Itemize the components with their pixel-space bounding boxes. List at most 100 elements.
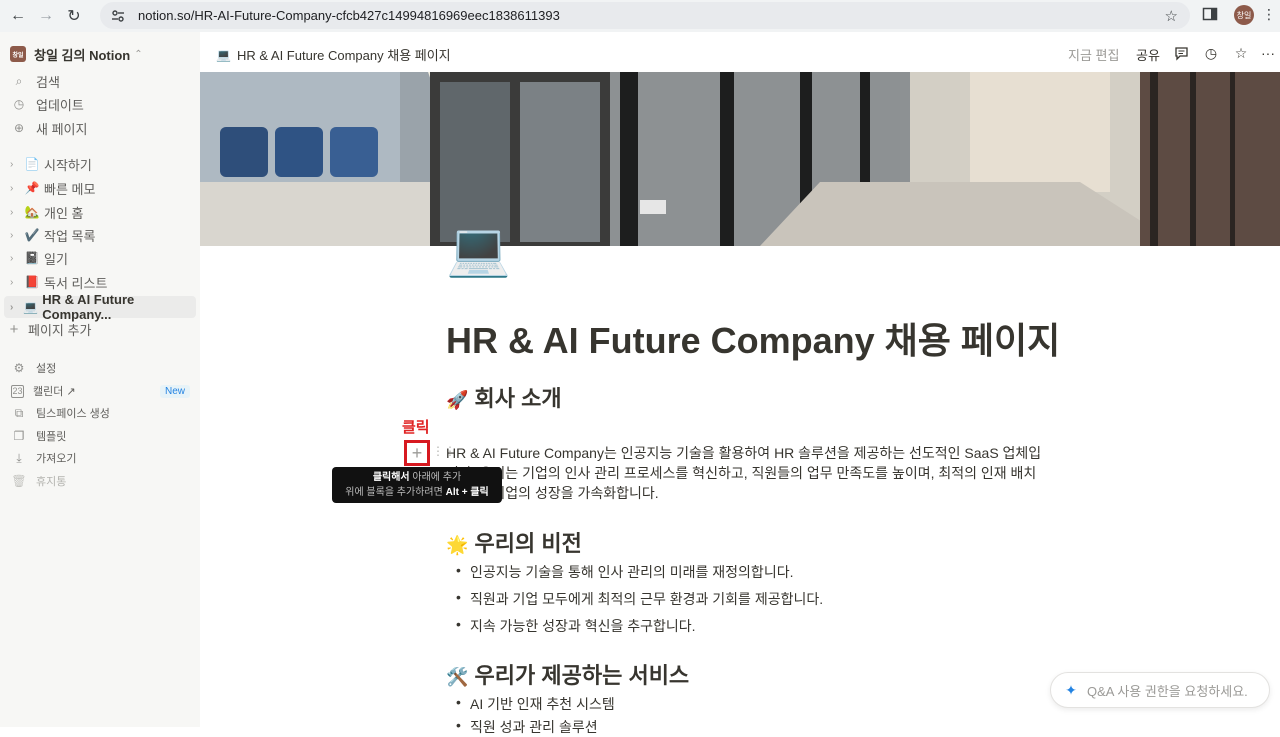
section-heading-vision[interactable]: 🌟 우리의 비전 <box>446 526 582 558</box>
star-icon: 🌟 <box>446 535 469 555</box>
sidebar-item-settings[interactable]: ⚙ 설정 <box>0 357 200 379</box>
clock-icon: ◷ <box>13 97 25 111</box>
bookmark-star-icon[interactable]: ☆ <box>1165 7 1178 25</box>
chevron-updown-icon: ⌃ <box>134 48 143 60</box>
sidebar-item-label: 페이지 추가 <box>28 322 92 338</box>
drag-handle-icon[interactable]: ⋮⋮ <box>432 444 456 458</box>
section-heading-company-intro[interactable]: 🚀 회사 소개 <box>446 381 562 413</box>
sidebar-page-personal-home[interactable]: › 🏡 개인 홈 <box>0 201 200 223</box>
workspace-name: 창일 김의 Notion <box>34 47 131 63</box>
add-block-button[interactable]: + <box>404 440 430 466</box>
sidebar-page-journal[interactable]: › 📓 일기 <box>0 247 200 269</box>
sidebar-page-quick-note[interactable]: › 📌 빠른 메모 <box>0 177 200 199</box>
trash-icon: 🗑 <box>11 474 27 488</box>
tooltip-bold-text: 클릭해서 <box>372 472 410 483</box>
breadcrumb-title: HR & AI Future Company 채용 페이지 <box>236 48 451 63</box>
chevron-right-icon[interactable]: › <box>10 253 20 264</box>
sidebar-item-create-teamspace[interactable]: ⧉ 팀스페이스 생성 <box>0 402 200 424</box>
edited-status: 지금 편집 <box>1068 48 1120 63</box>
sidebar-item-label: 템플릿 <box>36 431 67 443</box>
book-icon: 📕 <box>24 275 40 289</box>
tooltip-text: 아래에 추가 <box>409 472 462 483</box>
history-clock-icon[interactable]: ◷ <box>1203 45 1219 61</box>
page-title[interactable]: HR & AI Future Company 채용 페이지 <box>446 312 1060 364</box>
browser-toolbar: ← → ↻ notion.so/HR-AI-Future-Company-cfc… <box>0 0 1280 32</box>
heading-text: 우리의 비전 <box>474 531 582 556</box>
chevron-right-icon[interactable]: › <box>10 207 20 218</box>
calendar-icon: 23 <box>11 384 24 398</box>
chevron-right-icon[interactable]: › <box>10 230 20 241</box>
click-annotation-label: 클릭 <box>402 419 430 436</box>
cover-image <box>200 72 1280 246</box>
profile-avatar[interactable]: 창일 <box>1234 5 1254 25</box>
sidebar-item-label: 독서 리스트 <box>44 275 108 291</box>
chevron-right-icon[interactable]: › <box>10 183 20 194</box>
back-arrow-icon[interactable]: ← <box>4 2 32 30</box>
tooltip-line-2: 위에 블록을 추가하려면 Alt + 클릭 <box>332 485 502 500</box>
tooltip-bold-text: Alt + 클릭 <box>445 487 489 498</box>
section-heading-services[interactable]: 🛠️ 우리가 제공하는 서비스 <box>446 658 689 690</box>
plus-circle-icon: ⊕ <box>13 121 25 135</box>
side-panel-icon[interactable] <box>1202 6 1220 24</box>
qa-request-button[interactable]: ✦ Q&A 사용 권한을 요청하세요. <box>1050 672 1270 708</box>
new-badge: New <box>159 384 190 398</box>
sidebar-item-new-page[interactable]: ⊕ 새 페이지 <box>0 117 200 139</box>
sidebar-item-trash[interactable]: 🗑 휴지통 <box>0 470 200 492</box>
intro-paragraph[interactable]: HR & AI Future Company는 인공지능 기술을 활용하여 HR… <box>446 443 1046 503</box>
address-bar[interactable]: notion.so/HR-AI-Future-Company-cfcb427c1… <box>100 2 1190 29</box>
qa-label: Q&A 사용 권한을 요청하세요. <box>1087 683 1248 699</box>
sidebar-item-label: 설정 <box>36 363 57 375</box>
browser-menu-icon[interactable]: ⋮ <box>1262 6 1276 23</box>
sidebar-item-templates[interactable]: ❐ 템플릿 <box>0 425 200 447</box>
sparkle-icon: ✦ <box>1065 681 1077 698</box>
sidebar-page-getting-started[interactable]: › 📄 시작하기 <box>0 153 200 175</box>
sidebar-item-import[interactable]: ⤓ 가져오기 <box>0 447 200 469</box>
sidebar-page-hr-ai[interactable]: › 💻 HR & AI Future Company... <box>4 292 196 322</box>
list-item[interactable]: 지속 가능한 성장과 혁신을 추구합니다. <box>456 616 696 636</box>
plus-icon: + <box>411 442 423 463</box>
breadcrumb[interactable]: 💻 HR & AI Future Company 채용 페이지 <box>216 45 451 64</box>
list-item-text: AI 기반 인재 추천 시스템 <box>470 696 615 712</box>
sidebar-item-label: 일기 <box>44 251 68 267</box>
reload-icon[interactable]: ↻ <box>60 2 88 30</box>
sidebar-item-updates[interactable]: ◷ 업데이트 <box>0 93 200 115</box>
chevron-right-icon[interactable]: › <box>10 159 20 170</box>
tools-icon: 🛠️ <box>446 667 469 687</box>
list-item[interactable]: 인공지능 기술을 통해 인사 관리의 미래를 재정의합니다. <box>456 562 793 582</box>
forward-arrow-icon[interactable]: → <box>32 2 60 30</box>
site-settings-icon[interactable] <box>110 8 126 24</box>
laptop-icon: 💻 <box>216 47 231 62</box>
favorite-star-icon[interactable]: ☆ <box>1233 45 1249 61</box>
sidebar-item-label: 개인 홈 <box>44 205 84 221</box>
sidebar-page-reading-list[interactable]: › 📕 독서 리스트 <box>0 271 200 293</box>
sidebar-add-page[interactable]: + 페이지 추가 <box>0 318 200 340</box>
list-item[interactable]: AI 기반 인재 추천 시스템 <box>456 694 615 714</box>
chevron-right-icon[interactable]: › <box>10 277 20 288</box>
page-icon: 📄 <box>24 157 40 171</box>
sidebar-item-label: 새 페이지 <box>36 121 88 137</box>
template-icon: ❐ <box>13 429 25 443</box>
sidebar-item-label: 휴지통 <box>36 476 67 488</box>
url-text: notion.so/HR-AI-Future-Company-cfcb427c1… <box>138 8 560 23</box>
sidebar-item-search[interactable]: ⌕ 검색 <box>0 70 200 92</box>
share-button[interactable]: 공유 <box>1136 45 1160 64</box>
workspace-badge: 창일 <box>10 46 26 62</box>
sidebar-item-label: 검색 <box>36 74 60 90</box>
sidebar: 창일 창일 김의 Notion ⌃ ⌕ 검색 ◷ 업데이트 ⊕ 새 페이지 › … <box>0 32 200 727</box>
list-item[interactable]: 직원과 기업 모두에게 최적의 근무 환경과 기회를 제공합니다. <box>456 589 823 609</box>
tooltip-text: 위에 블록을 추가하려면 <box>345 487 446 498</box>
list-item-text: 직원 성과 관리 솔루션 <box>470 719 598 735</box>
comment-icon[interactable] <box>1173 45 1189 61</box>
search-icon: ⌕ <box>15 73 23 88</box>
teamspace-icon: ⧉ <box>14 405 24 420</box>
sidebar-item-calendar[interactable]: 23 캘린더 ↗ New <box>0 380 200 402</box>
list-item[interactable]: 직원 성과 관리 솔루션 <box>456 717 598 737</box>
sidebar-item-label: 팀스페이스 생성 <box>36 408 110 420</box>
tooltip-line-1: 클릭해서 아래에 추가 <box>332 470 502 485</box>
sidebar-page-task-list[interactable]: › ✔️ 작업 목록 <box>0 224 200 246</box>
house-icon: 🏡 <box>24 205 40 219</box>
page-laptop-icon[interactable]: 💻 <box>446 220 511 280</box>
chevron-right-icon[interactable]: › <box>10 302 19 313</box>
more-dots-icon[interactable]: ··· <box>1260 45 1276 61</box>
workspace-switcher[interactable]: 창일 창일 김의 Notion ⌃ <box>10 44 143 64</box>
